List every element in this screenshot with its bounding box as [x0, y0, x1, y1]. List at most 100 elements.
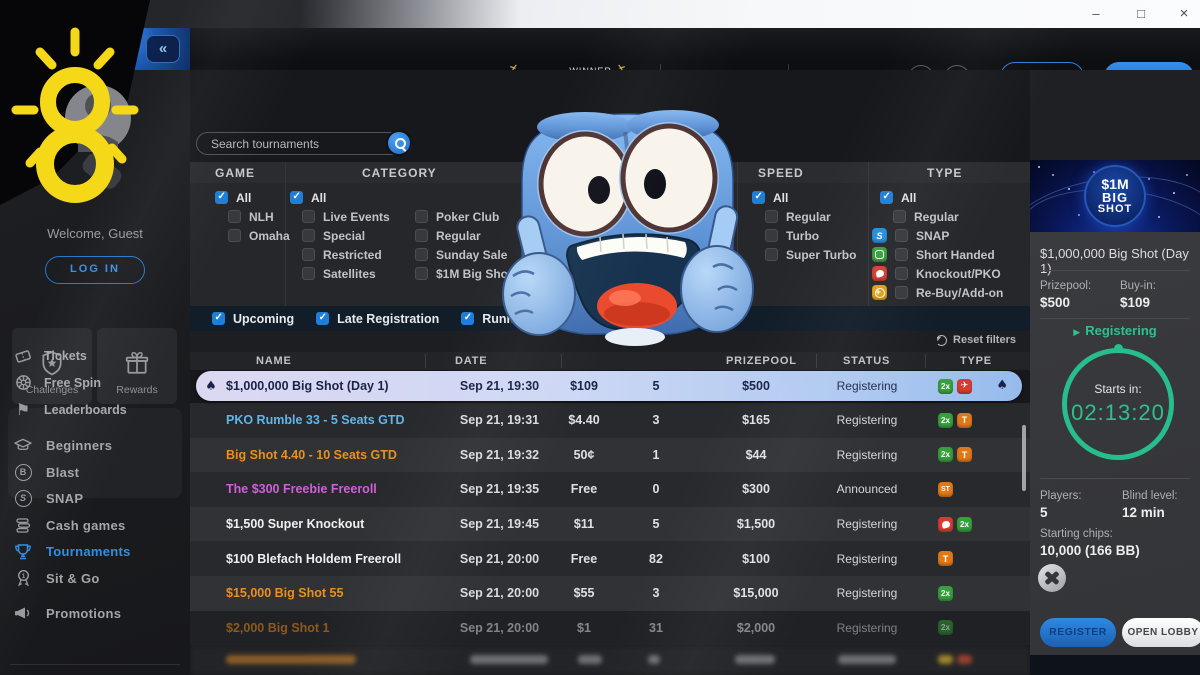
sidebar-item-snap[interactable]: S SNAP	[14, 485, 186, 511]
tournament-prizepool: $15,000	[700, 586, 812, 600]
tournament-prizepool: $1,500	[700, 517, 812, 531]
snap-icon: S	[14, 489, 32, 507]
sidebar-item-promotions[interactable]: Promotions	[14, 600, 186, 626]
divider	[1040, 318, 1190, 319]
maximize-button[interactable]: □	[1127, 4, 1155, 24]
sidebar-item-beginners[interactable]: Beginners	[14, 432, 186, 458]
filter-game-omaha[interactable]: Omaha	[228, 226, 290, 245]
sidebar-item-cash-games[interactable]: Cash games	[14, 512, 186, 538]
filter-type-item[interactable]: Knockout/PKO	[872, 264, 1001, 283]
column-type[interactable]: TYPE	[960, 355, 992, 367]
table-row[interactable]: $100 Blefach Holdem Freeroll Sep 21, 20:…	[190, 541, 1030, 576]
filter-type-item[interactable]: Short Handed	[872, 245, 995, 264]
filter-category-item[interactable]: Satellites	[302, 264, 376, 283]
filter-type-item[interactable]: SNAP	[872, 226, 949, 245]
tournament-status: Registering	[812, 586, 922, 600]
close-button[interactable]: ×	[1170, 4, 1198, 24]
reset-filters-button[interactable]: Reset filters	[936, 334, 1016, 346]
promotions-label: Promotions	[46, 606, 121, 621]
prizepool-value: $500	[1040, 295, 1070, 310]
sidebar-item-tournaments[interactable]: Tournaments	[14, 538, 186, 564]
filter-category-item[interactable]: Special	[302, 226, 365, 245]
starting-chips-value: 10,000 (166 BB)	[1040, 543, 1140, 558]
table-row[interactable]: The $300 Freebie Freeroll Sep 21, 19:35 …	[190, 472, 1030, 507]
filter-category-item[interactable]: Live Events	[302, 207, 390, 226]
tournament-players: 5	[612, 517, 700, 531]
tournament-date: Sep 21, 19:30	[425, 379, 556, 393]
app-title: 888poker	[32, 7, 85, 21]
register-button[interactable]: REGISTER	[1040, 618, 1116, 647]
search-button[interactable]	[386, 130, 412, 156]
filter-type-item[interactable]: Regular	[893, 207, 959, 226]
trophy-icon	[14, 542, 32, 560]
tournament-status: Registering	[812, 379, 922, 393]
column-status[interactable]: STATUS	[843, 355, 890, 367]
graduation-cap-icon	[14, 436, 32, 454]
sidebar-item-tickets[interactable]: Tickets	[14, 342, 182, 369]
table-row[interactable]: Big Shot 4.40 - 10 Seats GTD Sep 21, 19:…	[190, 438, 1030, 473]
filter-speed-item[interactable]: Super Turbo	[765, 245, 856, 264]
minimize-button[interactable]: –	[1082, 4, 1110, 24]
filter-game-all[interactable]: All	[215, 188, 251, 207]
checkbox-icon	[228, 210, 241, 223]
tournament-detail-panel: $1M BIG SHOT $1,000,000 Big Shot (Day 1)…	[1030, 70, 1200, 675]
divider	[1040, 478, 1190, 479]
open-lobby-button[interactable]: OPEN LOBBY	[1122, 618, 1200, 647]
spade-icon: ♠	[196, 379, 226, 394]
type-header: TYPE	[927, 166, 962, 180]
search-input[interactable]	[196, 132, 412, 155]
checkbox-checked-icon	[316, 312, 329, 325]
filter-speed-item[interactable]: Turbo	[765, 226, 819, 245]
tournament-buyin: $11	[556, 517, 612, 531]
tournament-buyin: $1	[556, 621, 612, 635]
table-row[interactable]: PKO Rumble 33 - 5 Seats GTD Sep 21, 19:3…	[190, 403, 1030, 438]
column-date[interactable]: DATE	[455, 355, 487, 367]
tournament-name: Big Shot 4.40 - 10 Seats GTD	[226, 448, 425, 462]
table-header: NAME DATE PRIZEPOOL STATUS TYPE	[190, 352, 1030, 370]
filter-category-all[interactable]: All	[290, 188, 326, 207]
plane-icon	[957, 379, 972, 394]
filter-category-item[interactable]: Restricted	[302, 245, 382, 264]
app-window: 888poker – □ × « EGR WINNER 2021 REAL MO…	[0, 0, 1200, 675]
tournament-prizepool: $44	[700, 448, 812, 462]
table-row-partial-blurred[interactable]	[190, 645, 1030, 675]
sidebar-item-blast[interactable]: B Blast	[14, 459, 186, 485]
sidebar-item-leaderboards[interactable]: ⚑ Leaderboards	[14, 396, 182, 423]
collapse-sidebar-button[interactable]: «	[146, 35, 180, 63]
big-shot-banner[interactable]: $1M BIG SHOT	[1030, 160, 1200, 232]
sidebar-login-button[interactable]: LOG IN	[45, 256, 145, 284]
tournament-buyin: 50¢	[556, 448, 612, 462]
type-icons	[922, 447, 1030, 462]
satellite-icon[interactable]	[1038, 564, 1066, 592]
tournament-status: Announced	[812, 482, 922, 496]
filter-type-item[interactable]: Re-Buy/Add-on	[872, 283, 1003, 302]
tournament-date: Sep 21, 20:00	[425, 621, 556, 635]
filter-category-item[interactable]: Regular	[415, 226, 481, 245]
filter-type-all[interactable]: All	[880, 188, 916, 207]
table-row[interactable]: $15,000 Big Shot 55 Sep 21, 20:00 $55 3 …	[190, 576, 1030, 611]
sidebar-item-sit-and-go[interactable]: 1 Sit & Go	[14, 565, 186, 591]
filter-late-registration[interactable]: Late Registration	[316, 309, 439, 328]
column-prizepool[interactable]: PRIZEPOOL	[726, 355, 797, 367]
tournament-name: $15,000 Big Shot 55	[226, 586, 425, 600]
starting-chips-label: Starting chips:	[1040, 528, 1113, 540]
tournament-players: 5	[612, 379, 700, 393]
table-row[interactable]: $2,000 Big Shot 1 Sep 21, 20:00 $1 31 $2…	[190, 611, 1030, 646]
tournament-players: 0	[612, 482, 700, 496]
table-row[interactable]: $1,500 Super Knockout Sep 21, 19:45 $11 …	[190, 507, 1030, 542]
filter-upcoming[interactable]: Upcoming	[212, 309, 294, 328]
big-shot-badge: $1M BIG SHOT	[1084, 165, 1146, 227]
table-row-selected[interactable]: ♠ $1,000,000 Big Shot (Day 1) Sep 21, 19…	[190, 370, 1030, 403]
filter-speed-item[interactable]: Regular	[765, 207, 831, 226]
column-name[interactable]: NAME	[256, 355, 292, 367]
table-scrollbar[interactable]	[1022, 425, 1026, 491]
game-header: GAME	[215, 166, 255, 180]
tournament-date: Sep 21, 19:31	[425, 413, 556, 427]
sidebar-item-free-spin[interactable]: Free Spin	[14, 369, 182, 396]
countdown-value: 02:13:20	[1071, 400, 1165, 426]
title-bar: 888poker – □ ×	[0, 0, 1200, 28]
filter-game-nlh[interactable]: NLH	[228, 207, 274, 226]
beginners-label: Beginners	[46, 438, 112, 453]
knockout-icon	[872, 266, 887, 281]
panel-top-spacer	[1030, 70, 1200, 160]
